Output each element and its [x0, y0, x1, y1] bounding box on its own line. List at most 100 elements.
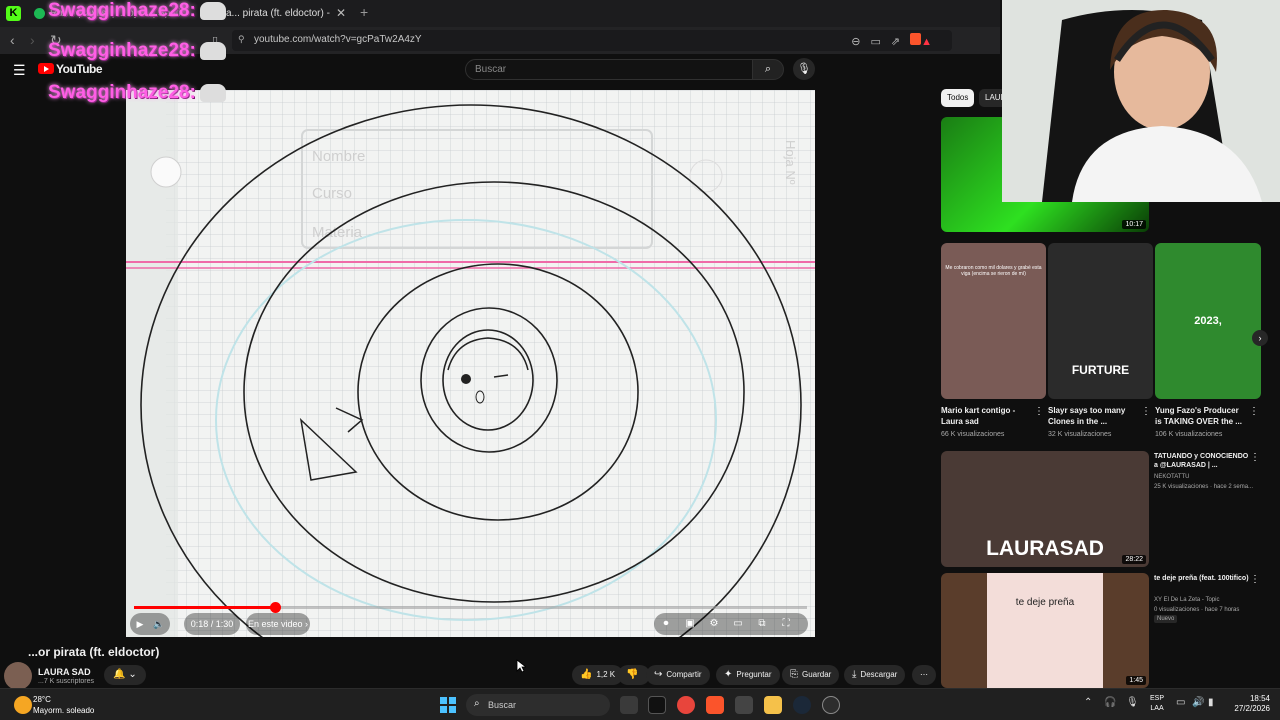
network-icon[interactable]: ▭: [1176, 697, 1185, 708]
chrome-icon[interactable]: [677, 696, 695, 714]
video-title[interactable]: te deje preña (feat. 100tifico): [1154, 574, 1249, 583]
cat-emote-icon: [199, 1, 226, 20]
like-button[interactable]: 👍 1,2 K: [572, 665, 624, 685]
video-menu-icon[interactable]: ⋮: [1250, 452, 1260, 463]
weather-sun-icon[interactable]: [14, 696, 32, 714]
short-menu-icon[interactable]: ⋮: [1034, 406, 1044, 417]
video-player[interactable]: Nombre Curso Materia Hoja Nº ▶ 🔈 0:18 / …: [126, 90, 815, 637]
short-views: 66 K visualizaciones: [941, 431, 1005, 438]
store-icon[interactable]: [735, 696, 753, 714]
progress-bar[interactable]: [134, 602, 807, 613]
video-meta: 25 K visualizaciones · hace 2 sema...: [1154, 484, 1254, 490]
short-menu-icon[interactable]: ⋮: [1249, 406, 1259, 417]
windows-start-icon[interactable]: [440, 697, 456, 713]
autoplay-icon[interactable]: ⏺: [654, 613, 678, 635]
search-input[interactable]: Buscar: [465, 59, 753, 80]
weather-temperature[interactable]: 28°C: [33, 695, 51, 704]
short-title[interactable]: Yung Fazo's Producer is TAKING OVER the …: [1155, 405, 1247, 427]
search-button[interactable]: ⌕: [752, 59, 784, 80]
short-title[interactable]: Slayr says too many Clones in the ...: [1048, 405, 1140, 427]
chapter-button[interactable]: En este video ›: [246, 613, 310, 635]
download-button[interactable]: ⤓ Descargar: [844, 665, 906, 685]
chat-message: Swagginhaze28:: [48, 40, 226, 62]
thumbnail-caption: te deje preña: [1015, 597, 1075, 608]
thumbnail-image: [987, 573, 1103, 688]
tab-youtube[interactable]: a... pirata (ft. eldoctor) - ...: [226, 4, 332, 24]
file-explorer-icon[interactable]: [764, 696, 782, 714]
brave-icon[interactable]: [706, 696, 724, 714]
shorts-next-arrow[interactable]: ›: [1252, 330, 1268, 346]
settings-icon[interactable]: ⚙: [702, 613, 726, 635]
battery-icon[interactable]: ▮: [1208, 697, 1214, 708]
save-button[interactable]: ⎘ Guardar: [782, 665, 840, 685]
language-indicator[interactable]: ESP LAA: [1150, 694, 1164, 714]
clock-time: 18:54: [1249, 694, 1270, 703]
zoom-icon[interactable]: ⊖: [851, 36, 870, 48]
cat-emote-icon: [199, 41, 226, 60]
screen-icon[interactable]: ▭: [870, 36, 890, 48]
short-thumb-caption: FURTURE: [1071, 363, 1130, 377]
miniplayer-icon[interactable]: ▭: [726, 613, 750, 635]
chip-todos[interactable]: Todos: [941, 89, 975, 107]
ask-button[interactable]: ✦ Preguntar: [716, 665, 780, 685]
windows-taskbar: 28°C Mayorm. soleado ⌕ Buscar ⌃ 🎧 🎙 ESP L…: [0, 688, 1280, 720]
new-tab-button[interactable]: +: [360, 4, 368, 20]
brave-shield-icon[interactable]: [910, 33, 922, 45]
steam-icon[interactable]: [793, 696, 811, 714]
webcam-feed: [1002, 0, 1280, 202]
share-label: Compartir: [666, 670, 702, 679]
short-thumbnail[interactable]: 2023,: [1155, 243, 1261, 399]
clock-date: 27/2/2026: [1234, 704, 1270, 713]
language: ESP: [1150, 695, 1165, 702]
binder-hole: [150, 156, 182, 188]
menu-icon[interactable]: ☰: [13, 62, 26, 79]
short-title[interactable]: Mario kart contigo - Laura sad: [941, 405, 1033, 427]
more-actions-button[interactable]: ⋯: [912, 665, 936, 685]
task-view-icon[interactable]: [620, 696, 638, 714]
video-channel[interactable]: XY El De La Zeta - Topic: [1154, 596, 1264, 605]
spotify-tab-icon: [34, 8, 45, 19]
short-thumbnail[interactable]: FURTURE: [1048, 243, 1153, 399]
video-thumbnail[interactable]: te deje preña 1:45: [941, 573, 1149, 688]
cast-icon[interactable]: ⧉: [750, 613, 774, 635]
bell-icon: 🔔: [113, 669, 126, 680]
share-button[interactable]: ↪ Compartir: [646, 665, 710, 685]
microphone-icon[interactable]: 🎙: [1126, 697, 1139, 708]
obs-icon[interactable]: [822, 696, 840, 714]
label-hoja: Hoja Nº: [783, 140, 798, 185]
short-thumbnail[interactable]: Me cobraron como mil dolares y grabé est…: [941, 243, 1046, 399]
tray-overflow-icon[interactable]: ⌃: [1084, 697, 1092, 708]
site-info-icon[interactable]: ⚲: [238, 34, 245, 45]
weather-description[interactable]: Mayorm. soleado: [33, 706, 94, 715]
taskbar-search[interactable]: ⌕ Buscar: [466, 694, 610, 716]
address-bar[interactable]: ⚲ youtube.com/watch?v=gcPaTw2A4zY ⊖▭⇗ ▲: [232, 30, 952, 51]
youtube-logo-icon[interactable]: [38, 63, 54, 74]
rewards-icon[interactable]: ▲: [921, 36, 942, 48]
youtube-logo-text[interactable]: YouTube: [56, 62, 103, 76]
short-views: 106 K visualizaciones: [1155, 431, 1223, 438]
back-icon[interactable]: ‹: [10, 32, 15, 48]
subtitles-icon[interactable]: ▣: [678, 613, 702, 635]
video-title[interactable]: TATUANDO y CONOCIENDO a @LAURASAD | ...: [1154, 452, 1249, 470]
video-channel[interactable]: NEKOTATTU: [1154, 473, 1264, 482]
close-tab-icon[interactable]: ✕: [336, 6, 346, 20]
system-clock[interactable]: 18:54 27/2/2026: [1224, 694, 1270, 714]
short-menu-icon[interactable]: ⋮: [1141, 406, 1151, 417]
notification-bell-button[interactable]: 🔔 ⌄: [104, 665, 146, 685]
video-thumbnail[interactable]: LAURASAD 28:22: [941, 451, 1149, 567]
channel-avatar[interactable]: [4, 662, 32, 690]
epic-games-icon[interactable]: [648, 696, 666, 714]
play-icon[interactable]: ▶: [130, 613, 150, 635]
headset-icon[interactable]: 🎧: [1104, 697, 1116, 708]
channel-name[interactable]: LAURA SAD: [38, 667, 91, 677]
fullscreen-icon[interactable]: ⛶: [774, 613, 798, 635]
forward-icon[interactable]: ›: [30, 32, 35, 48]
video-menu-icon[interactable]: ⋮: [1250, 574, 1260, 585]
kick-app-icon[interactable]: K: [6, 6, 21, 21]
volume-icon[interactable]: 🔈: [150, 613, 168, 635]
voice-search-button[interactable]: 🎙: [793, 58, 815, 80]
video-duration: 10:17: [1122, 220, 1146, 229]
volume-icon[interactable]: 🔊: [1192, 697, 1204, 708]
search-placeholder: Buscar: [475, 64, 507, 75]
share-icon[interactable]: ⇗: [891, 36, 910, 48]
